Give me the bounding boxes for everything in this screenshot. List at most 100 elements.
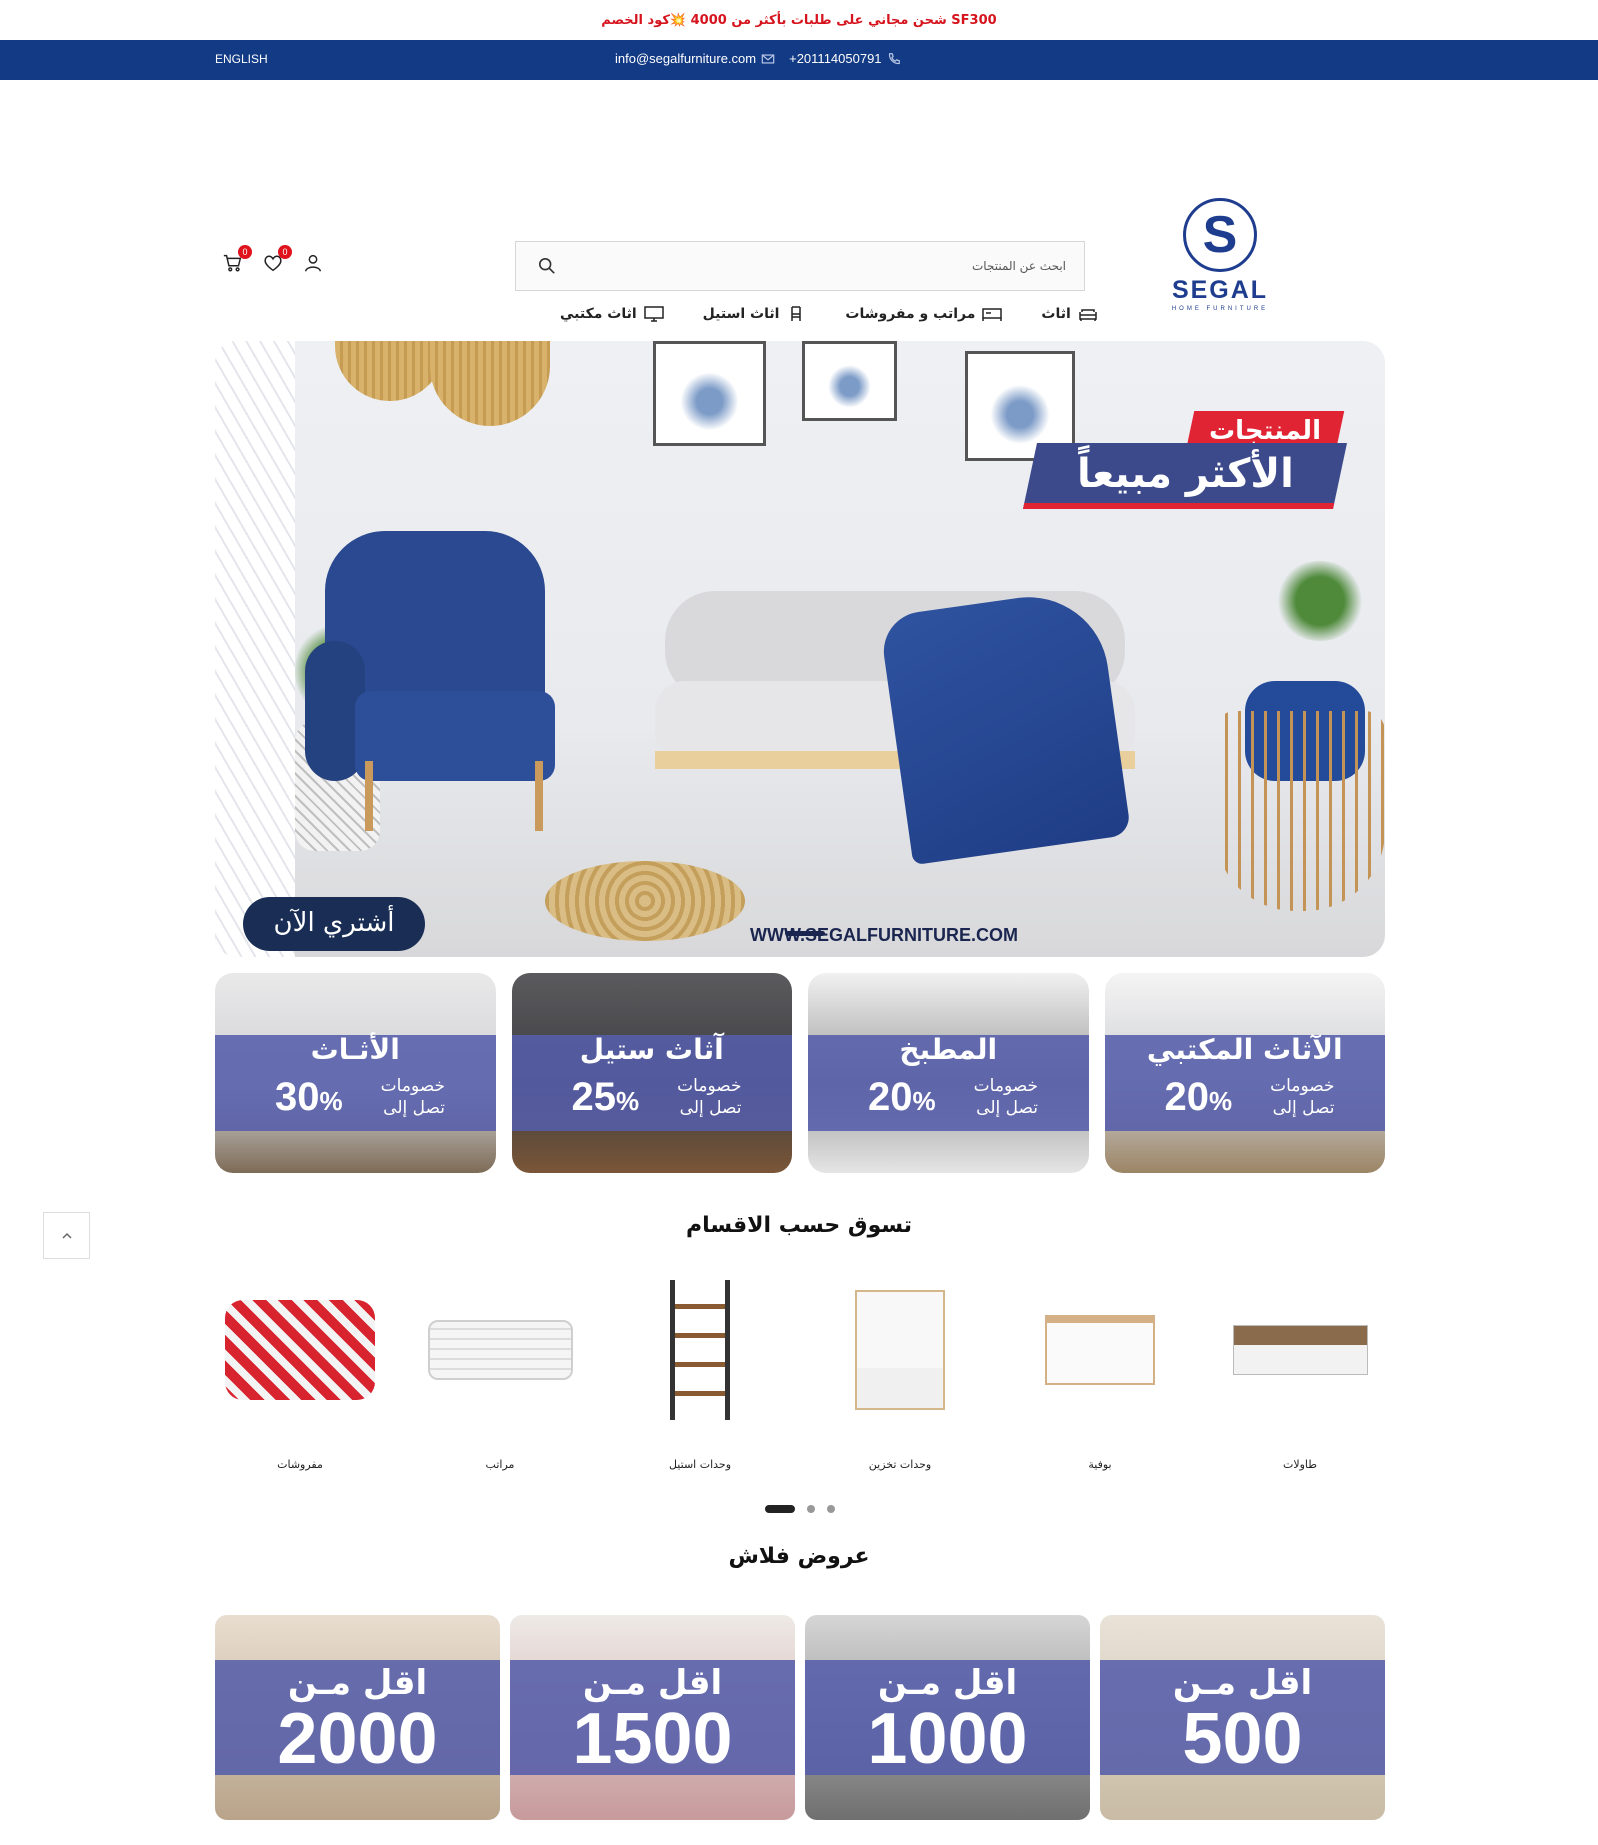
cart-button[interactable]: 0 xyxy=(222,245,252,274)
chair-leg xyxy=(365,761,373,831)
flash-title: عروض فلاش xyxy=(728,1544,870,1569)
flash-amount: 500 xyxy=(1182,1699,1303,1779)
hero-headline-main-text: الأكثر مبيعاً xyxy=(1076,451,1294,497)
search-input[interactable] xyxy=(516,242,1084,290)
carousel-dots xyxy=(765,1505,835,1513)
account-button[interactable] xyxy=(302,252,324,274)
search-button[interactable] xyxy=(538,257,556,275)
chair-leg xyxy=(535,761,543,831)
chair-icon xyxy=(791,306,802,321)
hero-headline-main: الأكثر مبيعاً xyxy=(1022,443,1348,509)
site-logo[interactable]: S SEGAL HOME FURNITURE xyxy=(1160,198,1280,324)
hanging-basket xyxy=(1215,711,1385,911)
hero-slide-indicator[interactable] xyxy=(785,931,825,936)
flash-amount: 2000 xyxy=(277,1699,438,1779)
flash-amount: 1000 xyxy=(867,1699,1028,1779)
category-item[interactable]: وحدات استيل xyxy=(615,1270,785,1471)
category-image xyxy=(215,1270,385,1430)
category-image xyxy=(615,1270,785,1430)
nav-item-mattresses[interactable]: مراتب و مفروشات xyxy=(845,305,1003,323)
monitor-icon xyxy=(643,306,664,322)
promo-percent-value: 20 xyxy=(1164,1075,1210,1119)
promo-text: خصومات تصل إلى xyxy=(973,1076,1038,1118)
nav-label: اثاث مكتبي xyxy=(560,306,637,322)
logo-letter: S xyxy=(1202,206,1238,264)
category-label: مراتب xyxy=(485,1458,515,1471)
sofa-icon xyxy=(1079,309,1097,321)
user-icon xyxy=(304,254,322,272)
category-image xyxy=(415,1270,585,1430)
site-header: 0 0 S SEGAL HOME FURNITURE xyxy=(0,80,1598,312)
flash-prefix: اقل مـن xyxy=(1172,1663,1313,1703)
category-item[interactable]: بوفية xyxy=(1015,1270,1185,1471)
logo-tagline: HOME FURNITURE xyxy=(1171,306,1269,312)
category-label: بوفية xyxy=(1088,1458,1112,1471)
top-bar: ENGLISH info@segalfurniture.com +2011140… xyxy=(0,40,1598,80)
category-image xyxy=(815,1270,985,1430)
category-item[interactable]: طاولات xyxy=(1215,1270,1385,1471)
announcement-bar: شحن مجاني على طلبات بأكثر من 4000 💥كود ا… xyxy=(0,0,1598,40)
email-text: info@segalfurniture.com xyxy=(615,51,757,66)
flash-offer-card[interactable]: اقل مـن 2000 xyxy=(215,1615,500,1820)
category-item[interactable]: مراتب xyxy=(415,1270,585,1471)
flash-offer-card[interactable]: اقل مـن 500 xyxy=(1100,1615,1385,1820)
phone-contact[interactable]: +201114050791 xyxy=(789,51,900,66)
category-label: وحدات تخزين xyxy=(868,1458,932,1471)
mail-icon xyxy=(761,53,775,64)
phone-text: +201114050791 xyxy=(789,51,882,66)
promo-tile[interactable]: المطبخ 20% خصومات تصل إلى xyxy=(808,973,1089,1173)
promo-percent: 20% xyxy=(868,1075,936,1119)
nav-item-furniture[interactable]: اثاث xyxy=(1041,305,1098,323)
promo-tile[interactable]: آثاث ستيل 25% خصومات تصل إلى xyxy=(511,973,792,1173)
category-label: طاولات xyxy=(1282,1458,1318,1471)
category-label: وحدات استيل xyxy=(668,1458,732,1471)
promo-percent: 25% xyxy=(571,1075,640,1119)
search-icon xyxy=(538,257,555,274)
nav-label: مراتب و مفروشات xyxy=(845,306,976,322)
wishlist-count-badge: 0 xyxy=(278,245,292,259)
flash-offer-card[interactable]: اقل مـن 1500 xyxy=(510,1615,795,1820)
flash-amount: 1500 xyxy=(572,1699,733,1779)
wall-frame xyxy=(653,341,766,446)
flash-offer-card[interactable]: اقل مـن 1000 xyxy=(805,1615,1090,1820)
carousel-dot[interactable] xyxy=(827,1505,835,1513)
logo-mark: S xyxy=(1183,198,1257,272)
contact-info: info@segalfurniture.com +201114050791 xyxy=(615,51,901,66)
language-switch[interactable]: ENGLISH xyxy=(215,52,268,66)
logo-brand: SEGAL xyxy=(1171,276,1269,304)
flash-prefix: اقل مـن xyxy=(582,1663,723,1703)
promo-text: خصومات تصل إلى xyxy=(677,1076,742,1118)
promo-percent-value: 25 xyxy=(571,1075,617,1119)
hero-banner[interactable]: المنتجات الأكثر مبيعاً أشتري الآن WWW.SE… xyxy=(215,341,1385,957)
wishlist-button[interactable]: 0 xyxy=(262,245,292,274)
promo-tile[interactable]: الأثـاث 30% خصومات تصل إلى xyxy=(215,973,496,1173)
wall-frame xyxy=(802,341,897,421)
category-item[interactable]: وحدات تخزين xyxy=(815,1270,985,1471)
category-carousel: مفروشات مراتب وحدات استيل وحدات تخزين بو… xyxy=(215,1270,1385,1471)
promo-text: خصومات تصل إلى xyxy=(1270,1076,1335,1118)
promo-title: الآثاث المكتبي xyxy=(1146,1033,1343,1066)
hero-wallpaper xyxy=(215,341,295,957)
plant-decor xyxy=(1275,561,1365,641)
category-image xyxy=(1015,1270,1185,1430)
promo-tile[interactable]: الآثاث المكتبي 20% خصومات تصل إلى xyxy=(1104,973,1385,1173)
email-contact[interactable]: info@segalfurniture.com xyxy=(615,51,775,66)
categories-title: تسوق حسب الاقسام xyxy=(685,1213,913,1238)
nav-item-office-furniture[interactable]: اثاث مكتبي xyxy=(560,305,665,323)
carousel-dot[interactable] xyxy=(807,1505,815,1513)
category-item[interactable]: مفروشات xyxy=(215,1270,385,1471)
bed-icon xyxy=(982,308,1003,321)
promo-percent: 30% xyxy=(275,1075,343,1119)
promo-title: المطبخ xyxy=(899,1033,998,1066)
shop-now-button[interactable]: أشتري الآن xyxy=(243,897,425,951)
phone-icon xyxy=(888,52,900,64)
flash-offers: اقل مـن 2000 اقل مـن 1500 اقل مـن 1000 ا… xyxy=(215,1615,1385,1820)
nav-item-steel-furniture[interactable]: اثاث استيل xyxy=(703,305,808,323)
announcement-text: شحن مجاني على طلبات بأكثر من 4000 💥كود ا… xyxy=(601,12,997,28)
promo-title: الأثـاث xyxy=(310,1033,400,1066)
pendant-lamp xyxy=(430,341,550,426)
promo-title: آثاث ستيل xyxy=(579,1033,724,1066)
carousel-dot[interactable] xyxy=(765,1505,795,1513)
hero-headline: المنتجات الأكثر مبيعاً xyxy=(1022,411,1348,521)
promo-tiles: الأثـاث 30% خصومات تصل إلى آثاث ستيل 25%… xyxy=(215,973,1385,1173)
